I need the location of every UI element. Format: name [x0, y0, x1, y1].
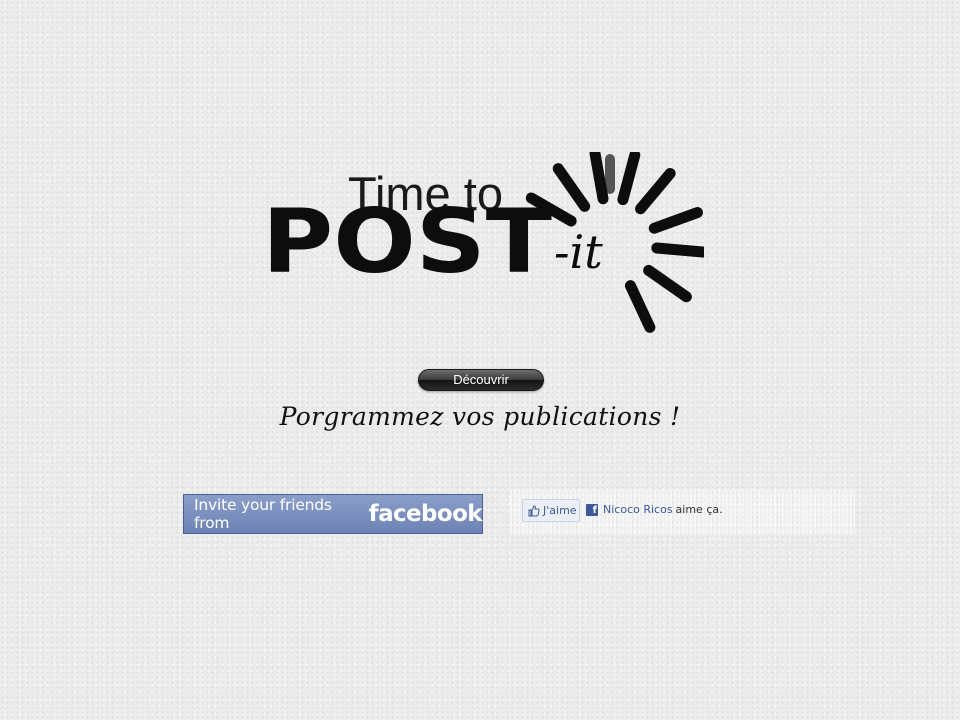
discover-button[interactable]: Découvrir — [418, 369, 544, 391]
logo-ray — [617, 152, 641, 206]
like-suffix: aime ça. — [675, 503, 723, 516]
logo-ray — [635, 168, 676, 215]
time-to-post-it-logo: Time to POST -it — [262, 152, 704, 333]
logo-ray — [624, 280, 656, 333]
like-button[interactable]: J'aime — [522, 499, 580, 522]
tagline: Porgrammez vos publications ! — [279, 402, 681, 431]
like-button-label: J'aime — [543, 504, 577, 517]
friend-name-link[interactable]: Nicoco Ricos — [603, 503, 673, 516]
facebook-wordmark: facebook — [368, 501, 483, 527]
invite-friends-facebook-button[interactable]: Invite your friends from facebook — [183, 494, 483, 534]
logo-ray — [648, 207, 703, 234]
facebook-f-icon: f — [586, 503, 598, 516]
invite-text: Invite your friends from — [194, 496, 332, 532]
logo-ray — [552, 163, 591, 212]
like-social-context: f Nicoco Ricos aime ça. — [586, 503, 723, 516]
logo-ray — [589, 152, 609, 205]
logo-ray — [651, 242, 704, 258]
logo-ray — [643, 264, 692, 303]
thumbs-up-icon — [528, 504, 540, 516]
logo-line-2: POST — [262, 190, 552, 293]
logo-line-3: -it — [554, 225, 603, 279]
